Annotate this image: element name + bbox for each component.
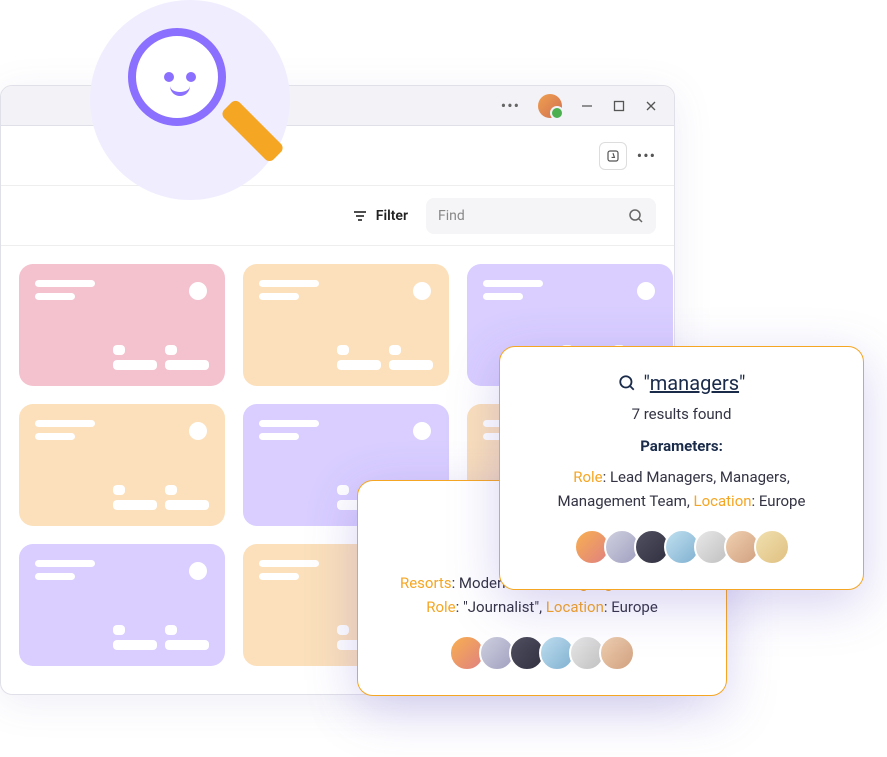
card[interactable] bbox=[19, 404, 225, 526]
avatar[interactable] bbox=[754, 529, 790, 565]
card[interactable] bbox=[19, 264, 225, 386]
card-status-dot bbox=[189, 422, 207, 440]
open-external-icon[interactable] bbox=[599, 142, 627, 170]
window-minimize-icon[interactable] bbox=[580, 99, 594, 113]
filter-button[interactable]: Filter bbox=[352, 208, 408, 224]
result-avatars bbox=[528, 529, 835, 565]
filter-row: Filter Find bbox=[1, 186, 674, 246]
card-status-dot bbox=[637, 282, 655, 300]
more-actions-icon[interactable]: ••• bbox=[637, 146, 656, 165]
card[interactable] bbox=[19, 544, 225, 666]
browser-menu-dots[interactable]: ••• bbox=[501, 96, 520, 115]
profile-avatar[interactable] bbox=[538, 94, 562, 118]
popup-title: "managers" bbox=[528, 371, 835, 395]
filter-icon bbox=[352, 208, 368, 224]
filter-label: Filter bbox=[376, 208, 408, 224]
search-icon bbox=[628, 208, 644, 224]
window-maximize-icon[interactable] bbox=[612, 99, 626, 113]
window-close-icon[interactable] bbox=[644, 99, 658, 113]
magnifier-illustration bbox=[128, 28, 226, 126]
result-avatars bbox=[386, 635, 698, 671]
card[interactable] bbox=[243, 264, 449, 386]
card-status-dot bbox=[189, 282, 207, 300]
popup-results-line: 7 results found bbox=[528, 405, 835, 423]
search-icon bbox=[618, 374, 636, 392]
find-placeholder: Find bbox=[438, 208, 465, 224]
popup-query: managers bbox=[650, 371, 739, 395]
card-status-dot bbox=[413, 282, 431, 300]
avatar[interactable] bbox=[599, 635, 635, 671]
card-status-dot bbox=[413, 422, 431, 440]
popup-parameters: Role: Lead Managers, Managers, Managemen… bbox=[528, 465, 835, 513]
find-input[interactable]: Find bbox=[426, 198, 656, 234]
card-status-dot bbox=[189, 562, 207, 580]
search-result-popup-primary: "managers" 7 results found Parameters: R… bbox=[499, 346, 864, 590]
popup-parameters-label: Parameters: bbox=[528, 437, 835, 455]
